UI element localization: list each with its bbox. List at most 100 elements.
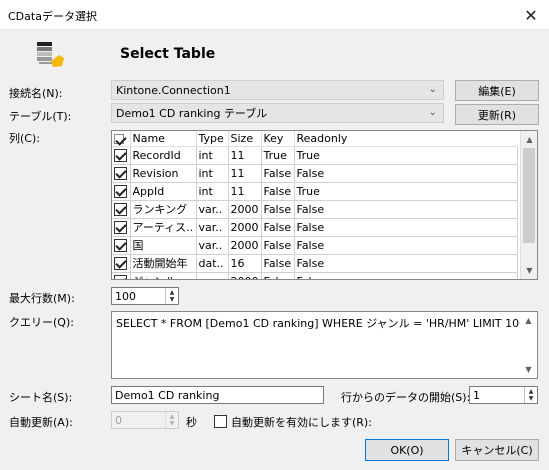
connection-value: Kintone.Connection1 — [116, 83, 231, 97]
header-title: Select Table — [120, 46, 216, 62]
cell-key: False — [261, 200, 295, 219]
sheet-label: シート名(S): — [9, 391, 73, 404]
cell-name: AppId — [130, 182, 197, 201]
cell-type: var.. — [196, 236, 229, 255]
start-row-label: 行からのデータの開始(S): — [341, 391, 471, 404]
row-checkbox[interactable] — [112, 146, 131, 165]
cancel-button[interactable]: キャンセル(C) — [455, 439, 539, 461]
column-header-type[interactable]: Type — [196, 131, 229, 147]
table-row[interactable]: Revision int 11 False False — [112, 164, 518, 183]
spin-arrows-icon[interactable]: ▲ ▼ — [165, 288, 178, 304]
spin-arrows-icon[interactable]: ▲ ▼ — [524, 387, 537, 403]
column-header-readonly[interactable]: Readonly — [294, 131, 517, 147]
cell-readonly: False — [294, 254, 518, 273]
start-row-stepper[interactable]: 1 ▲ ▼ — [469, 386, 538, 404]
table-row[interactable]: ランキング var.. 2000 False False — [112, 200, 518, 219]
grid-scrollbar[interactable]: ▲ ▼ — [520, 131, 537, 279]
row-checkbox[interactable] — [112, 236, 131, 255]
cell-readonly: False — [294, 272, 518, 279]
table-select[interactable]: Demo1 CD ranking テーブル ⌄ — [111, 103, 444, 123]
sheet-name-value: Demo1 CD ranking — [115, 388, 220, 402]
cell-key: False — [261, 164, 295, 183]
chevron-down-icon: ⌄ — [428, 107, 437, 118]
row-checkbox[interactable] — [112, 272, 131, 279]
window-title: CDataデータ選択 — [8, 10, 97, 23]
query-textarea[interactable]: SELECT * FROM [Demo1 CD ranking] WHERE ジ… — [111, 311, 538, 379]
scroll-up-icon[interactable]: ▲ — [520, 312, 537, 329]
auto-refresh-checkbox[interactable] — [214, 414, 227, 428]
close-icon: ✕ — [524, 5, 538, 25]
refresh-button[interactable]: 更新(R) — [455, 104, 539, 125]
spin-arrows-icon[interactable]: ▲ ▼ — [165, 412, 178, 428]
columns-grid[interactable]: Name Type Size Key Readonly RecordId int… — [111, 130, 538, 280]
cell-type: int — [196, 182, 229, 201]
cell-readonly: False — [294, 164, 518, 183]
connection-label: 接続名(N): — [9, 87, 63, 100]
scroll-down-icon[interactable]: ▼ — [521, 262, 537, 279]
cell-type: int — [196, 146, 229, 165]
cell-type: var.. — [196, 200, 229, 219]
cell-size: 2000 — [228, 236, 262, 255]
max-rows-value: 100 — [115, 289, 136, 303]
connection-select[interactable]: Kintone.Connection1 ⌄ — [111, 80, 444, 100]
table-row[interactable]: AppId int 11 False True — [112, 182, 518, 201]
cell-key: False — [261, 218, 295, 237]
max-rows-stepper[interactable]: 100 ▲ ▼ — [111, 287, 179, 305]
chevron-down-icon: ⌄ — [428, 84, 437, 95]
select-all-header[interactable] — [112, 131, 131, 147]
query-label: クエリー(Q): — [9, 316, 74, 329]
cell-name: アーティス.. — [130, 218, 197, 237]
row-checkbox[interactable] — [112, 182, 131, 201]
cell-key: False — [261, 254, 295, 273]
cell-size: 11 — [228, 164, 262, 183]
cell-name: ジャンル — [130, 272, 197, 279]
auto-refresh-unit: 秒 — [186, 416, 197, 429]
scroll-down-icon[interactable]: ▼ — [520, 361, 537, 378]
query-scrollbar[interactable]: ▲ ▼ — [520, 312, 537, 378]
grid-header-row: Name Type Size Key Readonly — [112, 131, 517, 147]
cell-name: 活動開始年 — [130, 254, 197, 273]
max-rows-label: 最大行数(M): — [9, 292, 75, 305]
row-checkbox[interactable] — [112, 218, 131, 237]
cell-readonly: True — [294, 146, 518, 165]
table-row[interactable]: 国 var.. 2000 False False — [112, 236, 518, 255]
row-checkbox[interactable] — [112, 164, 131, 183]
sheet-name-input[interactable]: Demo1 CD ranking — [111, 386, 324, 404]
cell-type: dat.. — [196, 254, 229, 273]
cell-type: int — [196, 164, 229, 183]
cell-key: False — [261, 272, 295, 279]
cell-size: 11 — [228, 182, 262, 201]
close-button[interactable]: ✕ — [513, 0, 549, 30]
row-checkbox[interactable] — [112, 200, 131, 219]
edit-button[interactable]: 編集(E) — [455, 80, 539, 101]
table-value: Demo1 CD ranking テーブル — [116, 107, 268, 120]
cell-name: RecordId — [130, 146, 197, 165]
row-checkbox[interactable] — [112, 254, 131, 273]
cell-name: Revision — [130, 164, 197, 183]
columns-label: 列(C): — [9, 132, 40, 145]
table-row[interactable]: RecordId int 11 True True — [112, 146, 518, 165]
cell-size: 16 — [228, 254, 262, 273]
cell-readonly: False — [294, 200, 518, 219]
ok-button[interactable]: OK(O) — [365, 439, 449, 461]
scroll-up-icon[interactable]: ▲ — [521, 131, 537, 148]
table-wizard-icon — [34, 40, 66, 72]
title-bar: CDataデータ選択 ✕ — [0, 0, 549, 30]
column-header-key[interactable]: Key — [261, 131, 295, 147]
cell-type: var.. — [196, 218, 229, 237]
column-header-size[interactable]: Size — [228, 131, 262, 147]
cell-size: 11 — [228, 146, 262, 165]
table-row[interactable]: アーティス.. var.. 2000 False False — [112, 218, 518, 237]
cell-readonly: False — [294, 218, 518, 237]
scroll-thumb[interactable] — [523, 148, 535, 243]
cell-size: 2000 — [228, 272, 262, 279]
table-row[interactable]: 活動開始年 dat.. 16 False False — [112, 254, 518, 273]
cell-key: True — [261, 146, 295, 165]
auto-refresh-checkbox-label: 自動更新を有効にします(R): — [231, 416, 372, 429]
auto-refresh-stepper[interactable]: 0 ▲ ▼ — [111, 411, 179, 429]
cell-key: False — [261, 236, 295, 255]
table-row[interactable]: ジャンル var.. 2000 False False — [112, 272, 518, 279]
auto-refresh-value: 0 — [115, 413, 122, 427]
column-header-name[interactable]: Name — [130, 131, 197, 147]
table-label: テーブル(T): — [9, 110, 72, 123]
